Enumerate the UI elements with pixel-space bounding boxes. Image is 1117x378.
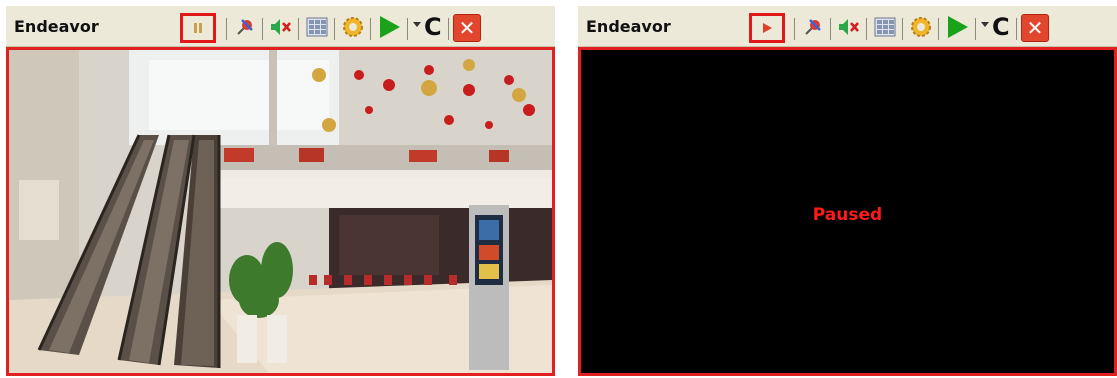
close-button[interactable]: ✕	[453, 14, 481, 42]
pause-icon	[194, 23, 202, 33]
play-icon	[948, 16, 968, 38]
video-panel-playing: Endeavor C ✕	[6, 6, 555, 376]
pause-button[interactable]	[180, 13, 216, 43]
play-icon	[763, 23, 772, 33]
close-icon: ✕	[1026, 16, 1044, 40]
paused-status-text: Paused	[812, 205, 883, 225]
toolbar-separator	[334, 18, 335, 40]
gear-icon	[911, 17, 931, 37]
play-button[interactable]	[944, 14, 970, 40]
grid-icon	[874, 17, 896, 37]
video-panel-paused: Endeavor C ✕ Paused	[578, 6, 1117, 376]
speaker-muted-icon	[839, 19, 859, 35]
pin-icon	[237, 19, 253, 35]
toolbar-separator	[975, 18, 976, 40]
layout-button[interactable]	[304, 14, 330, 40]
settings-button[interactable]	[908, 14, 934, 40]
resume-button[interactable]	[749, 13, 785, 43]
dropdown-caret-icon[interactable]	[413, 22, 421, 27]
toolbar-separator	[298, 18, 299, 40]
toolbar-separator	[902, 18, 903, 40]
video-feed[interactable]: Paused	[581, 50, 1114, 373]
toolbar-separator	[1016, 18, 1017, 40]
toolbar-separator	[226, 18, 227, 40]
panel-title: Endeavor	[586, 16, 671, 36]
video-frame	[6, 47, 555, 376]
play-button[interactable]	[376, 14, 402, 40]
layout-button[interactable]	[872, 14, 898, 40]
close-button[interactable]: ✕	[1021, 14, 1049, 42]
toolbar-separator	[794, 18, 795, 40]
settings-button[interactable]	[340, 14, 366, 40]
pin-icon	[805, 19, 821, 35]
toolbar-separator	[407, 18, 408, 40]
pin-button[interactable]	[232, 14, 258, 40]
speaker-muted-icon	[271, 19, 291, 35]
c-button[interactable]: C	[992, 13, 1010, 41]
mall-scene-image	[9, 50, 552, 373]
video-frame: Paused	[578, 47, 1117, 376]
video-feed[interactable]	[9, 50, 552, 373]
toolbar-separator	[830, 18, 831, 40]
toolbar-separator	[938, 18, 939, 40]
pin-button[interactable]	[800, 14, 826, 40]
toolbar-separator	[262, 18, 263, 40]
panel-title: Endeavor	[14, 16, 99, 36]
toolbar-separator	[866, 18, 867, 40]
toolbar-separator	[370, 18, 371, 40]
mute-button[interactable]	[268, 14, 294, 40]
close-icon: ✕	[458, 16, 476, 40]
grid-icon	[306, 17, 328, 37]
dropdown-caret-icon[interactable]	[981, 22, 989, 27]
mute-button[interactable]	[836, 14, 862, 40]
c-button[interactable]: C	[424, 13, 442, 41]
toolbar-separator	[448, 18, 449, 40]
play-icon	[380, 16, 400, 38]
gear-icon	[343, 17, 363, 37]
